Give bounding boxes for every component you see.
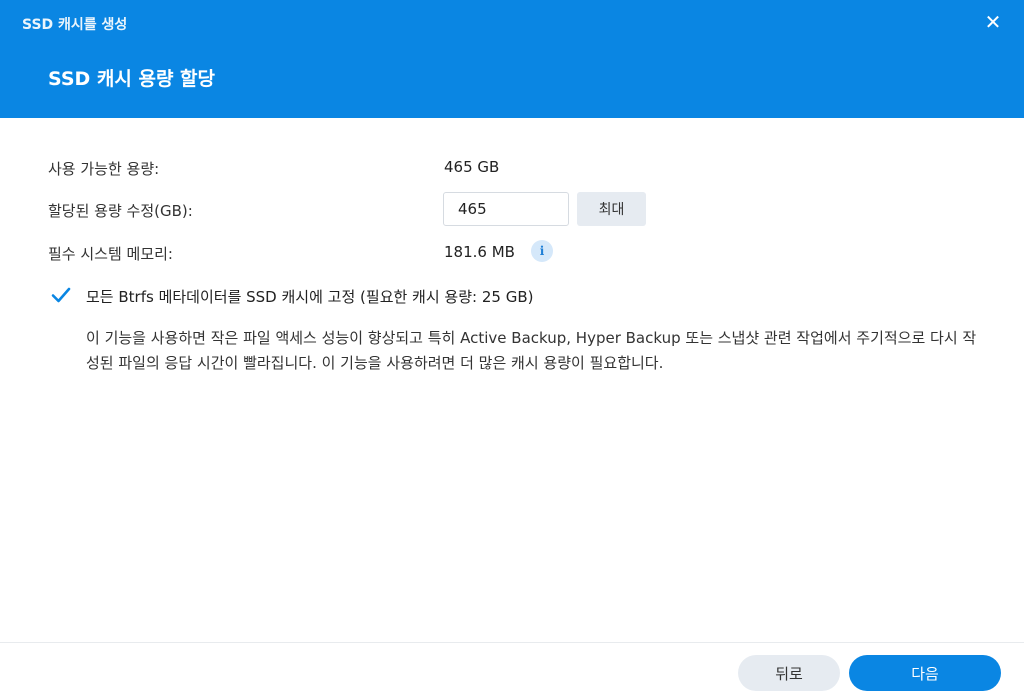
pin-metadata-label[interactable]: 모든 Btrfs 메타데이터를 SSD 캐시에 고정 (필요한 캐시 용량: 2… bbox=[86, 286, 533, 307]
system-memory-value: 181.6 MB bbox=[444, 243, 515, 261]
allocated-capacity-label: 할당된 용량 수정(GB): bbox=[48, 202, 193, 220]
back-button[interactable]: 뒤로 bbox=[738, 655, 840, 691]
next-button[interactable]: 다음 bbox=[849, 655, 1001, 691]
step-title: SSD 캐시 용량 할당 bbox=[48, 68, 216, 90]
dialog-footer: 뒤로 다음 bbox=[0, 642, 1024, 698]
window-title: SSD 캐시를 생성 bbox=[22, 17, 128, 33]
dialog-content: 사용 가능한 용량: 465 GB 할당된 용량 수정(GB): 최대 필수 시… bbox=[0, 118, 1024, 642]
close-icon[interactable]: ✕ bbox=[984, 12, 1002, 32]
pin-metadata-description: 이 기능을 사용하면 작은 파일 액세스 성능이 향상되고 특히 Active … bbox=[86, 329, 977, 372]
dialog-header: SSD 캐시를 생성 ✕ SSD 캐시 용량 할당 bbox=[0, 0, 1024, 118]
max-button[interactable]: 최대 bbox=[577, 192, 646, 226]
available-capacity-label: 사용 가능한 용량: bbox=[48, 160, 160, 178]
available-capacity-value: 465 GB bbox=[444, 158, 500, 176]
system-memory-label: 필수 시스템 메모리: bbox=[48, 245, 173, 263]
pin-metadata-checkbox[interactable] bbox=[50, 284, 72, 306]
info-icon[interactable]: i bbox=[531, 240, 553, 262]
allocated-capacity-input[interactable] bbox=[443, 192, 569, 226]
